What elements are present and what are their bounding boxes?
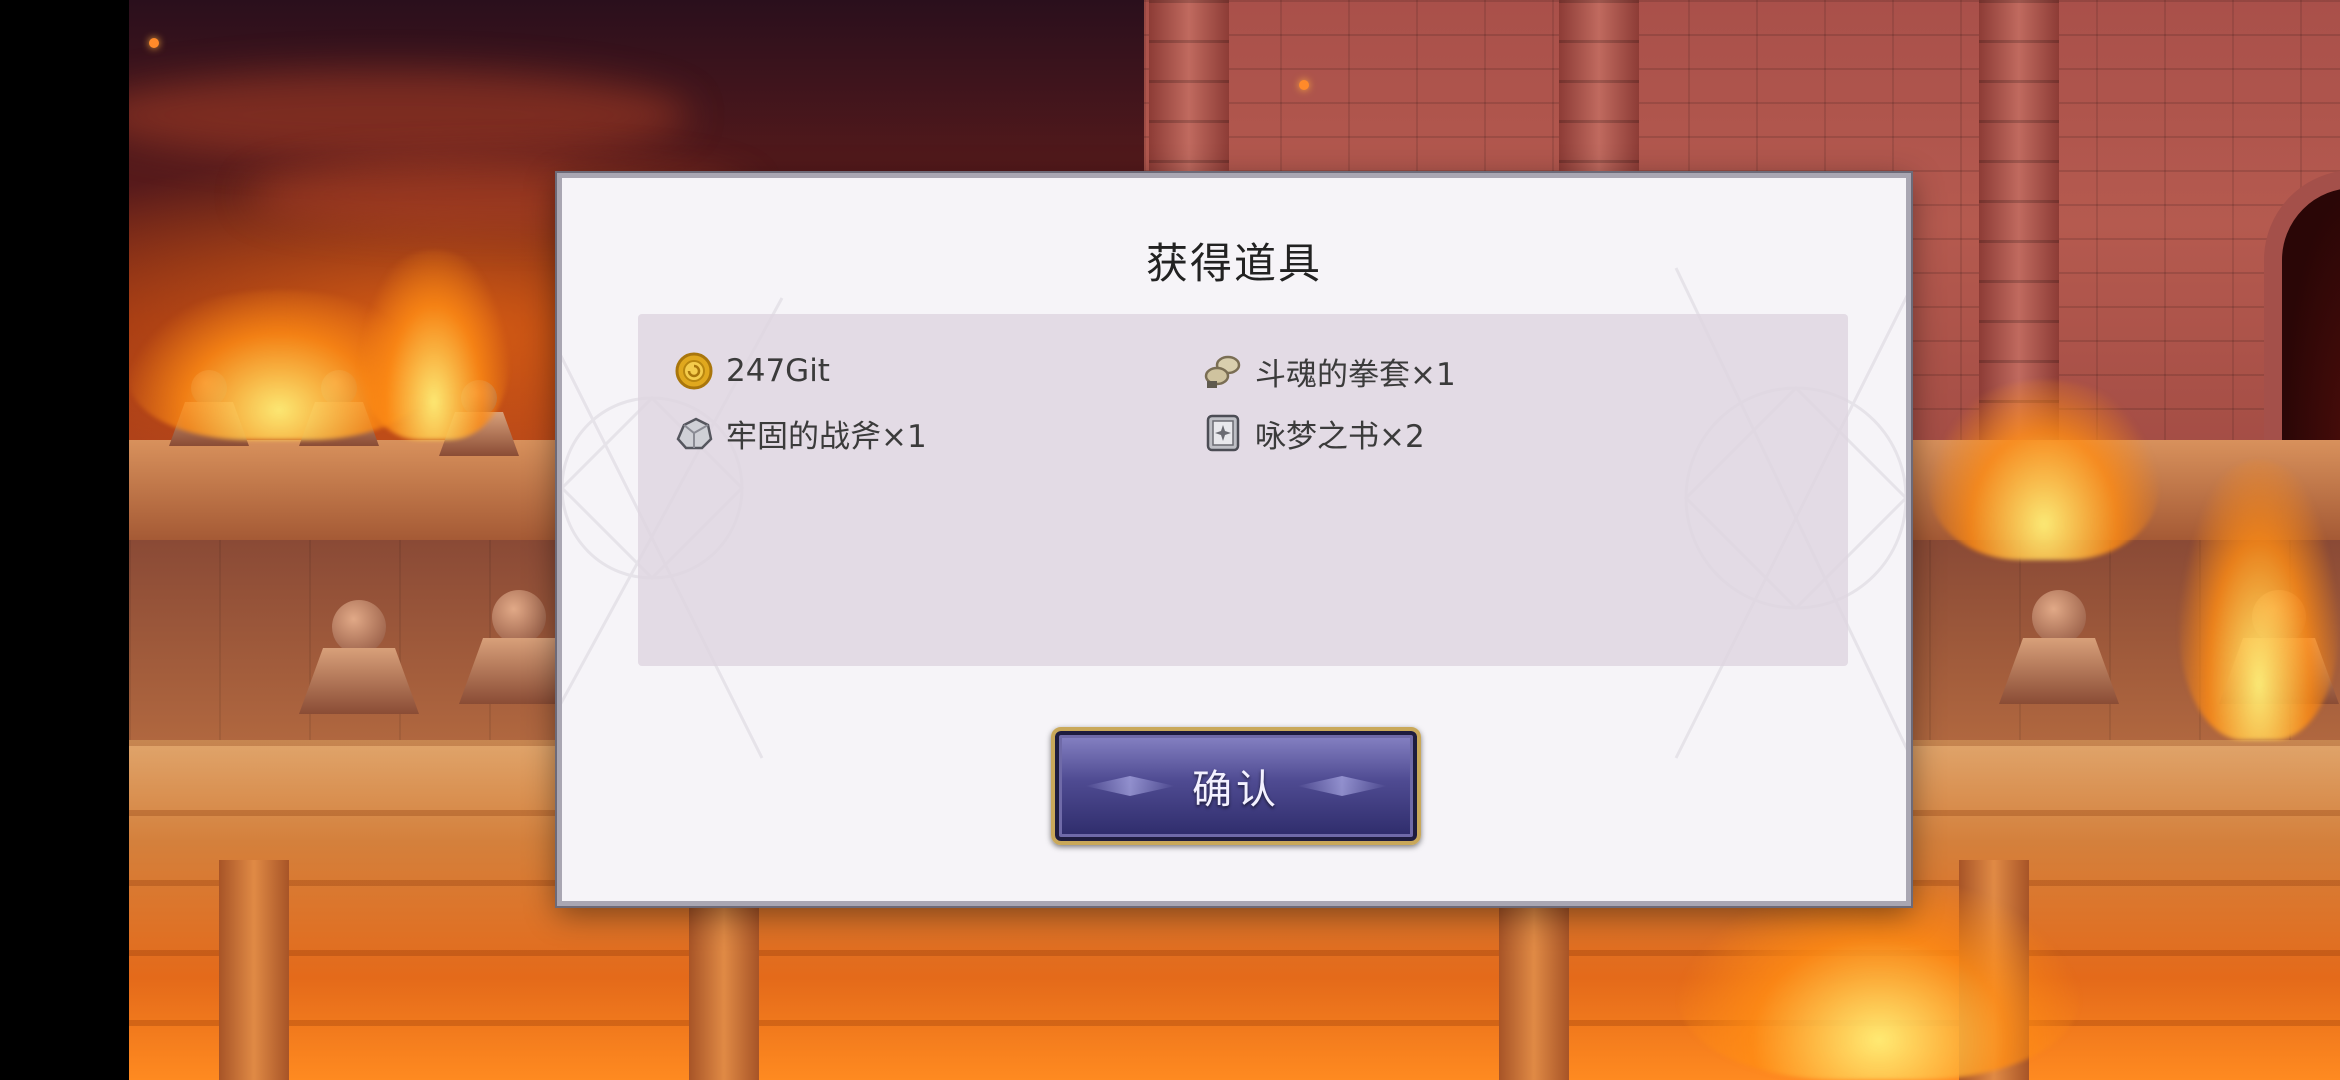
dialog-title: 获得道具: [1145, 239, 1322, 288]
item-label: 247Git: [726, 353, 830, 389]
reward-dialog: 获得道具 247Git 斗魂的拳套×1 牢固的战斧×1 咏梦之书×2 确认: [557, 173, 1911, 906]
list-item: 247Git: [674, 348, 830, 394]
item-list-panel: 247Git 斗魂的拳套×1 牢固的战斧×1 咏梦之书×2: [638, 314, 1848, 666]
list-item: 斗魂的拳套×1: [1203, 348, 1456, 394]
ore-stone-icon: [676, 417, 713, 450]
fist-gauntlet-icon: [1204, 355, 1241, 388]
book-icon: [1206, 414, 1240, 452]
list-item: 牢固的战斧×1: [674, 410, 927, 456]
item-label: 牢固的战斧×1: [726, 418, 927, 455]
item-label: 斗魂的拳套×1: [1255, 356, 1456, 393]
gold-coin-icon: [675, 352, 713, 390]
confirm-button-label: 确认: [1192, 767, 1280, 813]
confirm-button[interactable]: 确认: [1051, 727, 1421, 845]
item-label: 咏梦之书×2: [1255, 418, 1425, 455]
list-item: 咏梦之书×2: [1203, 410, 1425, 456]
game-screen: 获得道具 247Git 斗魂的拳套×1 牢固的战斧×1 咏梦之书×2 确认: [0, 0, 2340, 1080]
modal-overlay: 获得道具 247Git 斗魂的拳套×1 牢固的战斧×1 咏梦之书×2 确认: [0, 0, 2340, 1080]
